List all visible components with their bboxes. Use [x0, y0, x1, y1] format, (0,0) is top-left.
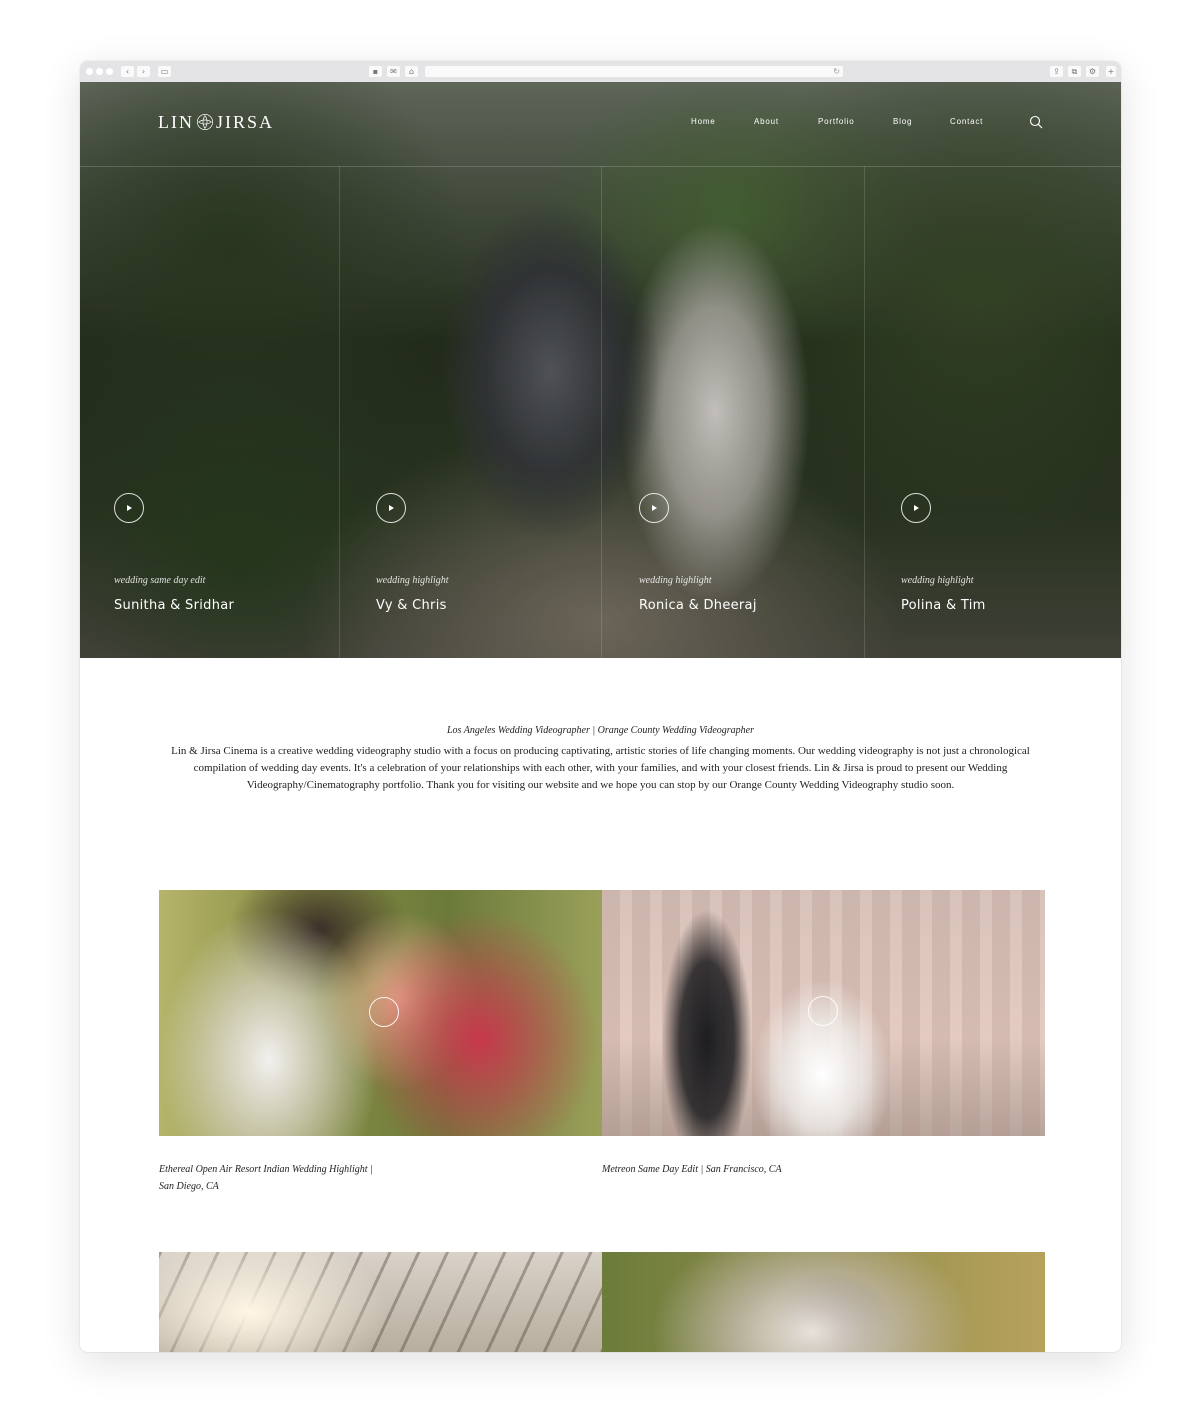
portfolio-caption[interactable]: Ethereal Open Air Resort Indian Wedding …	[159, 1161, 373, 1195]
share-icon[interactable]: ⇪	[1050, 66, 1063, 77]
hero-video-card[interactable]: wedding highlight Ronica & Dheeraj	[605, 166, 867, 658]
hero-video-card[interactable]: wedding same day edit Sunitha & Sridhar	[80, 166, 342, 658]
intro-section: Los Angeles Wedding Videographer | Orang…	[80, 725, 1121, 794]
play-icon	[389, 505, 394, 511]
nav-contact-link[interactable]: Contact	[950, 117, 983, 126]
close-window-button[interactable]	[86, 68, 93, 75]
search-icon[interactable]	[1029, 115, 1043, 129]
sidebar-icon[interactable]: ▭	[158, 66, 171, 77]
play-button[interactable]	[369, 997, 399, 1027]
hero-section: LIN JIRSA Home About Portfolio Blog Cont…	[80, 82, 1121, 658]
nav-portfolio-link[interactable]: Portfolio	[818, 117, 855, 126]
printer-icon[interactable]: ▪	[369, 66, 382, 77]
window-controls	[86, 68, 116, 75]
portfolio-thumbnail[interactable]	[602, 1252, 1045, 1352]
play-button[interactable]	[808, 996, 838, 1026]
play-icon	[652, 505, 657, 511]
tabs-icon[interactable]: ⧉	[1068, 66, 1081, 77]
site-logo[interactable]: LIN JIRSA	[158, 112, 274, 133]
video-title[interactable]: Vy & Chris	[376, 598, 447, 613]
caption-line: San Diego, CA	[159, 1181, 219, 1192]
browser-window: ‹ › ▭ ▪ ✉ ⌂ ↻ ⇪ ⧉ ⚙ + LIN JIRSA Home Abo…	[80, 61, 1121, 1352]
play-icon	[914, 505, 919, 511]
play-button[interactable]	[114, 493, 144, 523]
mail-icon[interactable]: ✉	[387, 66, 400, 77]
play-button[interactable]	[376, 493, 406, 523]
nav-about-link[interactable]: About	[754, 117, 779, 126]
lotus-logo-icon	[196, 113, 214, 131]
portfolio-thumbnail[interactable]	[159, 890, 602, 1136]
minimize-window-button[interactable]	[96, 68, 103, 75]
video-type-label: wedding highlight	[376, 575, 449, 586]
video-type-label: wedding highlight	[901, 575, 974, 586]
portfolio-thumbnail[interactable]	[602, 890, 1045, 1136]
settings-icon[interactable]: ⚙	[1086, 66, 1099, 77]
nav-home-link[interactable]: Home	[691, 117, 716, 126]
nav-blog-link[interactable]: Blog	[893, 117, 912, 126]
intro-subtitle: Los Angeles Wedding Videographer | Orang…	[447, 725, 754, 736]
address-bar[interactable]: ↻	[425, 66, 843, 77]
browser-toolbar: ‹ › ▭ ▪ ✉ ⌂ ↻ ⇪ ⧉ ⚙ +	[80, 61, 1121, 83]
forward-icon[interactable]: ›	[137, 66, 150, 77]
reload-icon[interactable]: ↻	[833, 66, 840, 77]
play-button[interactable]	[901, 493, 931, 523]
video-type-label: wedding highlight	[639, 575, 712, 586]
back-icon[interactable]: ‹	[121, 66, 134, 77]
hero-video-card[interactable]: wedding highlight Polina & Tim	[867, 166, 1121, 658]
play-button[interactable]	[639, 493, 669, 523]
video-type-label: wedding same day edit	[114, 575, 206, 586]
maximize-window-button[interactable]	[106, 68, 113, 75]
play-icon	[127, 505, 132, 511]
logo-text-right: JIRSA	[216, 112, 275, 132]
caption-line: Metreon Same Day Edit | San Francisco, C…	[602, 1164, 782, 1175]
video-title[interactable]: Polina & Tim	[901, 598, 986, 613]
intro-paragraph: Lin & Jirsa Cinema is a creative wedding…	[171, 745, 1030, 791]
hero-video-card[interactable]: wedding highlight Vy & Chris	[342, 166, 604, 658]
new-tab-icon[interactable]: +	[1106, 66, 1116, 77]
video-title[interactable]: Ronica & Dheeraj	[639, 598, 757, 613]
caption-line: Ethereal Open Air Resort Indian Wedding …	[159, 1164, 373, 1175]
home-icon[interactable]: ⌂	[405, 66, 418, 77]
logo-text-left: LIN	[158, 112, 194, 132]
portfolio-caption[interactable]: Metreon Same Day Edit | San Francisco, C…	[602, 1161, 782, 1178]
portfolio-thumbnail[interactable]	[159, 1252, 602, 1352]
video-title[interactable]: Sunitha & Sridhar	[114, 598, 234, 613]
